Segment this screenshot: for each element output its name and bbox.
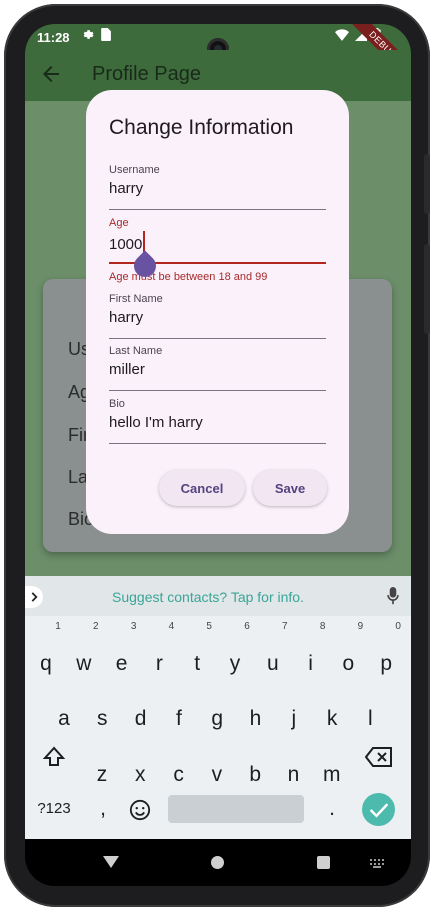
username-field[interactable]: Username harry xyxy=(109,164,326,210)
key-e[interactable]: e xyxy=(103,638,141,690)
last-name-field[interactable]: Last Name miller xyxy=(109,345,326,391)
volume-button xyxy=(424,154,430,214)
key-j[interactable]: j xyxy=(275,693,313,745)
key-hint: 9 xyxy=(357,621,364,632)
system-nav-bar xyxy=(25,839,411,886)
power-button xyxy=(424,244,430,334)
key-f[interactable]: f xyxy=(160,693,198,745)
key-hint: 1 xyxy=(55,621,61,632)
key-n[interactable]: n xyxy=(275,749,313,801)
key-g[interactable]: g xyxy=(198,693,236,745)
field-label: Last Name xyxy=(109,345,163,357)
page-title: Profile Page xyxy=(92,63,201,85)
nav-recents-icon[interactable] xyxy=(317,856,330,869)
field-value: harry xyxy=(109,309,144,326)
key-x[interactable]: x xyxy=(121,749,159,801)
sd-card-icon xyxy=(101,28,111,41)
change-information-dialog: Change Information Username harry Age 10… xyxy=(86,90,349,534)
microphone-icon[interactable] xyxy=(387,587,399,605)
key-s[interactable]: s xyxy=(83,693,121,745)
key-b[interactable]: b xyxy=(236,749,274,801)
first-name-field[interactable]: First Name harry xyxy=(109,293,326,339)
key-q[interactable]: q xyxy=(27,638,65,690)
key-r[interactable]: r xyxy=(140,638,178,690)
key-hint: 0 xyxy=(395,621,401,632)
screen: 11:28 DEBUG Profile Page Us Ag Fir La Bi… xyxy=(25,24,411,886)
key-hint: 6 xyxy=(244,621,250,632)
suggestion-expand-button[interactable] xyxy=(25,586,43,608)
age-field[interactable]: Age 1000 Age must be between 18 and 99 xyxy=(109,217,326,283)
bio-field[interactable]: Bio hello I'm harry xyxy=(109,398,326,444)
key-a[interactable]: a xyxy=(45,693,83,745)
keyboard-switch-icon[interactable] xyxy=(370,859,384,868)
enter-key[interactable] xyxy=(362,793,395,826)
wifi-icon xyxy=(335,28,349,41)
key-hint: 2 xyxy=(93,621,99,632)
backspace-icon[interactable] xyxy=(365,747,393,767)
field-value: hello I'm harry xyxy=(109,414,203,431)
key-m[interactable]: m xyxy=(313,749,351,801)
key-y[interactable]: y xyxy=(216,638,254,690)
age-error-text: Age must be between 18 and 99 xyxy=(109,271,268,283)
key-hint: 3 xyxy=(130,621,137,632)
key-z[interactable]: z xyxy=(83,749,121,801)
field-label: Bio xyxy=(109,398,125,410)
key-hint: 7 xyxy=(282,621,288,632)
key-l[interactable]: l xyxy=(351,693,389,745)
suggestion-text[interactable]: Suggest contacts? Tap for info. xyxy=(112,589,304,605)
phone-frame: 11:28 DEBUG Profile Page Us Ag Fir La Bi… xyxy=(4,4,430,907)
chevron-right-icon xyxy=(31,592,38,602)
status-time: 11:28 xyxy=(37,30,70,45)
field-label: First Name xyxy=(109,293,163,305)
key-i[interactable]: i xyxy=(292,638,330,690)
shift-icon[interactable] xyxy=(42,745,66,769)
key-hint: 4 xyxy=(168,621,175,632)
key-hint: 8 xyxy=(319,621,326,632)
field-value: miller xyxy=(109,361,145,378)
key-w[interactable]: w xyxy=(65,638,103,690)
cancel-button[interactable]: Cancel xyxy=(159,470,245,506)
field-label: Username xyxy=(109,164,160,176)
key-p[interactable]: p xyxy=(367,638,405,690)
soft-keyboard: Suggest contacts? Tap for info. ?123 , .… xyxy=(25,576,411,839)
settings-icon xyxy=(83,30,94,39)
nav-home-icon[interactable] xyxy=(211,856,224,869)
key-k[interactable]: k xyxy=(313,693,351,745)
checkmark-icon xyxy=(369,803,389,818)
symbols-key[interactable]: ?123 xyxy=(34,783,74,835)
field-label: Age xyxy=(109,217,129,229)
key-h[interactable]: h xyxy=(237,693,275,745)
field-value: 1000 xyxy=(109,236,143,253)
nav-back-icon[interactable] xyxy=(103,856,119,868)
key-u[interactable]: u xyxy=(254,638,292,690)
key-d[interactable]: d xyxy=(122,693,160,745)
emoji-icon[interactable] xyxy=(129,799,151,821)
dialog-title: Change Information xyxy=(109,116,294,139)
status-bar: 11:28 xyxy=(25,24,411,60)
suggestion-bar: Suggest contacts? Tap for info. xyxy=(25,576,411,616)
back-arrow-icon[interactable] xyxy=(39,62,63,86)
key-t[interactable]: t xyxy=(178,638,216,690)
save-button[interactable]: Save xyxy=(253,470,327,506)
key-v[interactable]: v xyxy=(198,749,236,801)
field-value: harry xyxy=(109,180,144,197)
key-hint: 5 xyxy=(206,621,212,632)
key-c[interactable]: c xyxy=(160,749,198,801)
key-o[interactable]: o xyxy=(329,638,367,690)
